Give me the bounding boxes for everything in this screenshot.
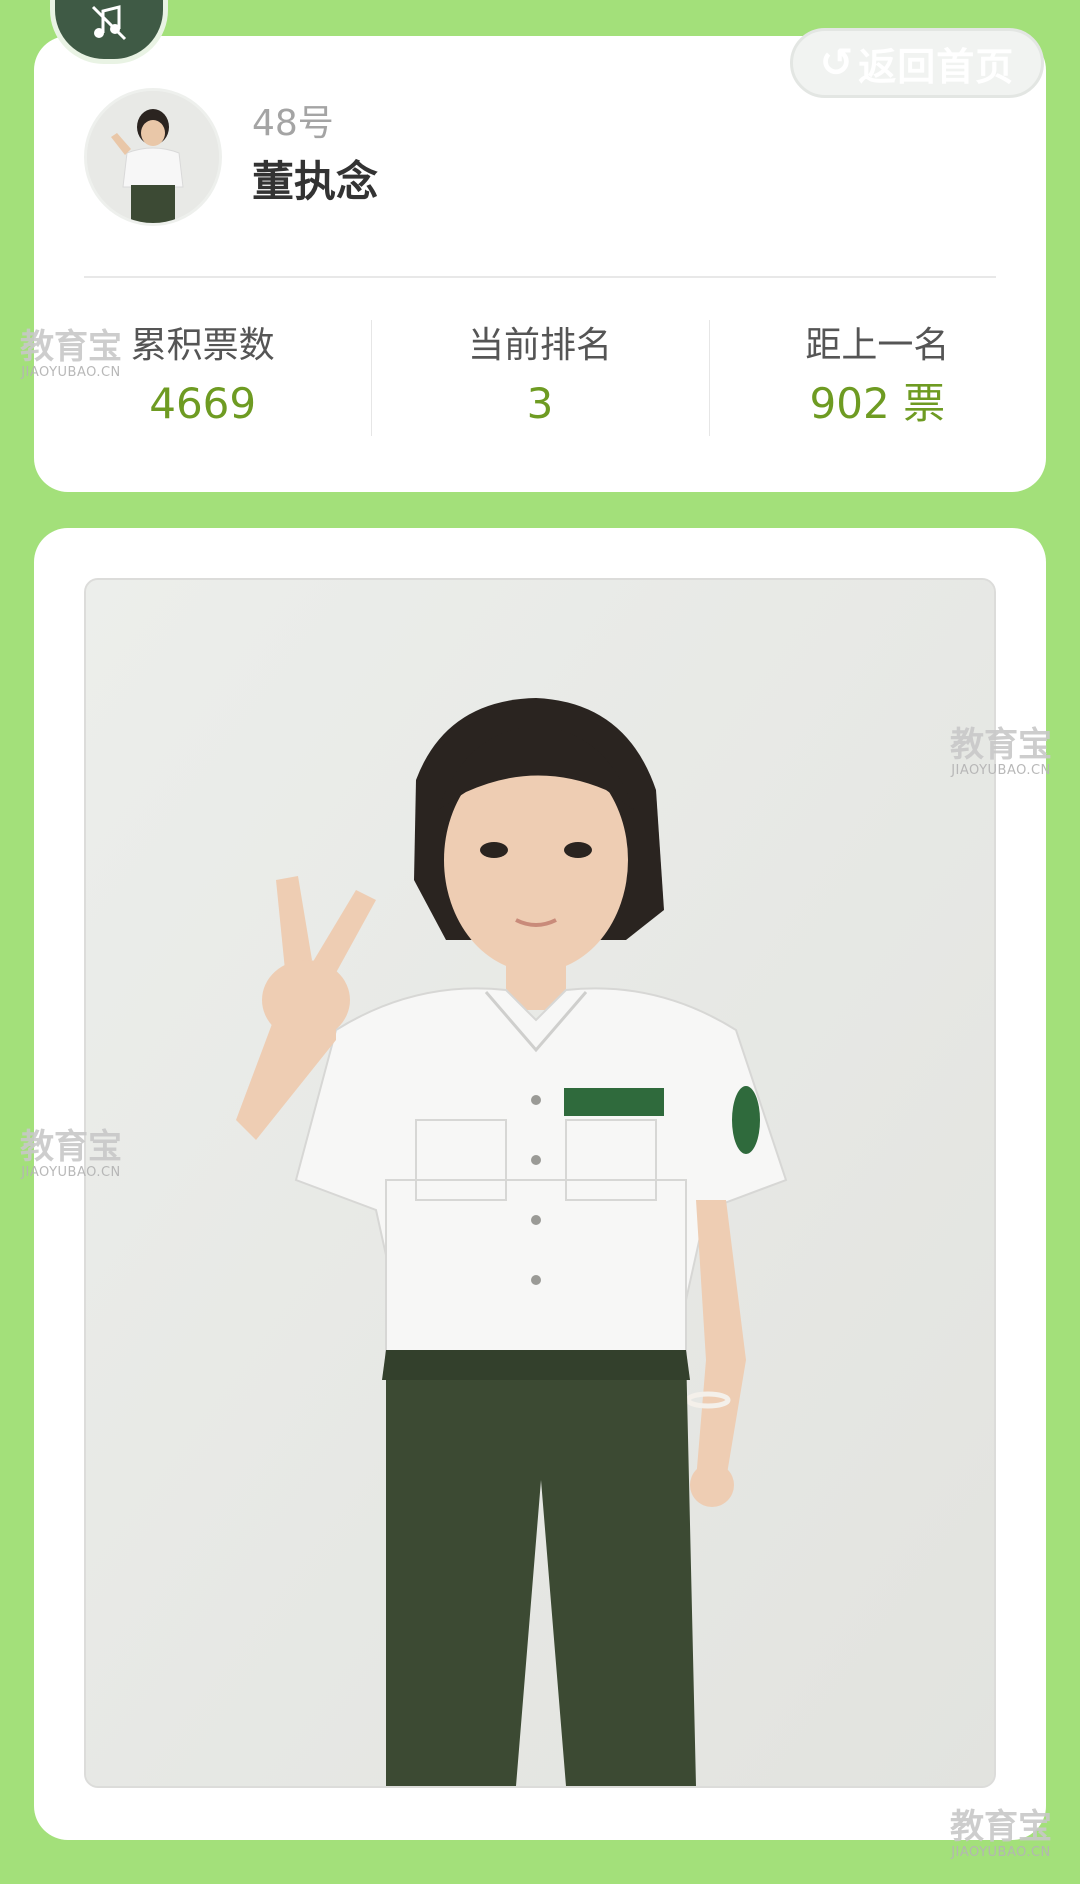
- music-note-icon: [91, 5, 127, 41]
- stat-gap-to-previous: 距上一名 902 票: [708, 316, 1046, 440]
- avatar-image: [87, 91, 219, 223]
- back-home-button[interactable]: ↺ 返回首页: [790, 28, 1044, 98]
- divider: [84, 276, 996, 278]
- stats-row: 累积票数 4669 当前排名 3 距上一名 902 票: [34, 316, 1046, 440]
- watermark: 教育宝 JIAOYUBAO.CN: [20, 1127, 122, 1180]
- player-photo-image: [86, 580, 994, 1786]
- stat-value: 3: [526, 379, 554, 428]
- stat-current-rank: 当前排名 3: [371, 316, 708, 440]
- player-name: 董执念: [252, 157, 379, 206]
- player-number: 48号: [252, 103, 334, 144]
- stat-label: 距上一名: [805, 325, 950, 366]
- player-avatar: [84, 88, 222, 226]
- return-arrow-icon: ↺: [819, 40, 855, 86]
- stat-label: 当前排名: [467, 325, 612, 366]
- player-photo-card: [34, 528, 1046, 1840]
- watermark: 教育宝 JIAOYUBAO.CN: [20, 327, 122, 380]
- stat-value: 902 票: [809, 379, 946, 428]
- player-info-card: 48号 董执念 累积票数 4669 当前排名 3 距上一名 902 票: [34, 36, 1046, 492]
- watermark: 教育宝 JIAOYUBAO.CN: [950, 725, 1052, 778]
- stat-value: 4669: [149, 379, 257, 428]
- player-photo[interactable]: [84, 578, 996, 1788]
- watermark: 教育宝 JIAOYUBAO.CN: [950, 1807, 1052, 1860]
- back-home-label: 返回首页: [858, 44, 1015, 89]
